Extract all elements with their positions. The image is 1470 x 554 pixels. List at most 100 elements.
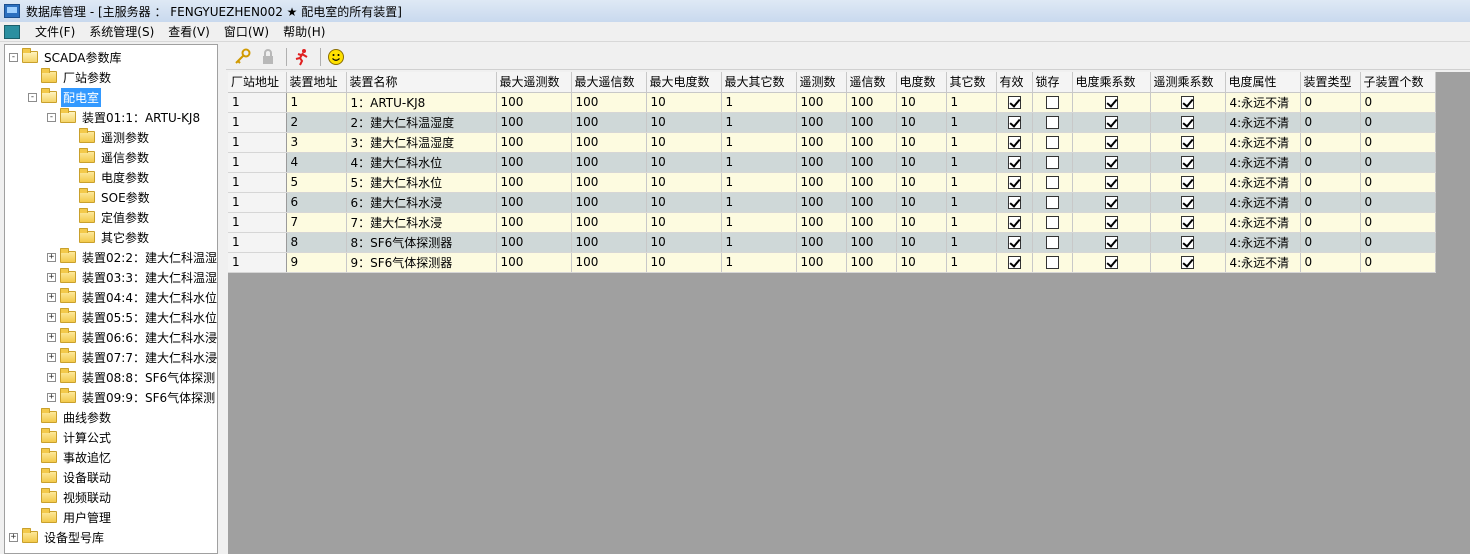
table-cell[interactable]: 100 [846, 212, 897, 233]
table-cell-checkbox[interactable] [1150, 152, 1226, 173]
column-header[interactable]: 最大遥测数 [496, 72, 572, 93]
table-cell[interactable]: 10 [896, 252, 947, 273]
running-man-icon[interactable] [291, 46, 313, 68]
table-cell[interactable]: 10 [646, 152, 722, 173]
checkbox-checked[interactable] [1104, 136, 1118, 149]
table-cell[interactable]: 1 [946, 192, 997, 213]
table-cell[interactable]: 100 [571, 232, 647, 253]
table-cell-checkbox[interactable] [1032, 252, 1073, 273]
table-cell[interactable]: 1 [721, 112, 797, 133]
table-cell-checkbox[interactable] [996, 92, 1033, 113]
menu-help[interactable]: 帮助(H) [276, 23, 332, 40]
table-cell[interactable]: 100 [496, 92, 572, 113]
table-cell[interactable]: 4:永远不清 [1225, 112, 1301, 133]
collapse-icon[interactable]: - [47, 112, 56, 122]
table-cell[interactable]: 0 [1300, 132, 1361, 153]
table-cell[interactable]: 0 [1360, 192, 1436, 213]
checkbox-unchecked[interactable] [1045, 116, 1059, 129]
table-cell[interactable]: 1 [286, 92, 347, 113]
table-cell[interactable]: 4：建大仁科水位 [346, 152, 497, 173]
table-cell[interactable]: 100 [571, 172, 647, 193]
table-cell[interactable]: 100 [496, 232, 572, 253]
expand-icon[interactable]: + [47, 332, 56, 342]
checkbox-checked[interactable] [1181, 176, 1194, 189]
table-cell[interactable]: 100 [846, 132, 897, 153]
table-cell[interactable]: 1 [721, 192, 797, 213]
table-cell[interactable]: 1 [946, 132, 997, 153]
table-cell[interactable]: 1 [228, 232, 287, 253]
table-cell-checkbox[interactable] [996, 212, 1033, 233]
table-cell[interactable]: 10 [646, 192, 722, 213]
checkbox-checked[interactable] [1007, 156, 1021, 169]
table-cell[interactable]: 10 [896, 112, 947, 133]
table-cell[interactable]: 100 [796, 172, 847, 193]
table-cell-checkbox[interactable] [1032, 132, 1073, 153]
table-cell-checkbox[interactable] [1032, 192, 1073, 213]
tree-item[interactable]: 计算公式 [28, 427, 113, 447]
collapse-icon[interactable]: - [9, 52, 18, 62]
table-cell[interactable]: 1 [228, 192, 287, 213]
table-cell[interactable]: 6 [286, 192, 347, 213]
table-cell[interactable]: 4:永远不清 [1225, 192, 1301, 213]
checkbox-unchecked[interactable] [1045, 136, 1059, 149]
checkbox-checked[interactable] [1181, 116, 1194, 129]
table-cell[interactable]: 100 [796, 92, 847, 113]
table-cell[interactable]: 1 [721, 132, 797, 153]
checkbox-checked[interactable] [1007, 116, 1021, 129]
table-cell[interactable]: 3 [286, 132, 347, 153]
table-cell[interactable]: 0 [1360, 152, 1436, 173]
table-cell[interactable]: 1 [946, 152, 997, 173]
expand-icon[interactable]: + [47, 272, 56, 282]
menu-view[interactable]: 查看(V) [161, 23, 217, 40]
column-header[interactable]: 电度属性 [1225, 72, 1301, 93]
tree-item[interactable]: + 装置05:5：建大仁科水位 [47, 307, 217, 327]
table-cell[interactable]: 100 [846, 152, 897, 173]
table-cell[interactable]: 1 [946, 92, 997, 113]
table-cell-checkbox[interactable] [1072, 152, 1151, 173]
table-cell[interactable]: 100 [496, 252, 572, 273]
collapse-icon[interactable]: - [28, 92, 37, 102]
table-cell[interactable]: 1 [946, 212, 997, 233]
mdi-child-icon[interactable] [4, 24, 20, 39]
lock-icon[interactable] [257, 46, 279, 68]
table-cell-checkbox[interactable] [1150, 172, 1226, 193]
checkbox-unchecked[interactable] [1045, 196, 1059, 209]
checkbox-checked[interactable] [1007, 176, 1021, 189]
table-cell[interactable]: 9：SF6气体探测器 [346, 252, 497, 273]
table-cell[interactable]: 10 [646, 112, 722, 133]
table-cell[interactable]: 100 [846, 232, 897, 253]
checkbox-checked[interactable] [1104, 176, 1118, 189]
tree-item[interactable]: - 配电室 [28, 87, 102, 107]
column-header[interactable]: 最大电度数 [646, 72, 722, 93]
table-cell-checkbox[interactable] [996, 172, 1033, 193]
expand-icon[interactable]: + [47, 292, 56, 302]
column-header[interactable]: 电度数 [896, 72, 947, 93]
checkbox-checked[interactable] [1104, 216, 1118, 229]
table-cell[interactable]: 10 [646, 132, 722, 153]
table-cell[interactable]: 0 [1300, 192, 1361, 213]
tree-item[interactable]: + 装置03:3：建大仁科温湿 [47, 267, 217, 287]
table-cell-checkbox[interactable] [1032, 152, 1073, 173]
checkbox-checked[interactable] [1181, 96, 1194, 109]
tree-item[interactable]: + 装置08:8：SF6气体探测 [47, 367, 217, 387]
table-row[interactable]: 1 3 3：建大仁科温湿度 100 100 10 1 100 100 10 1 4:永远不清 0 0 [228, 132, 1436, 153]
checkbox-checked[interactable] [1007, 196, 1021, 209]
table-cell[interactable]: 1：ARTU-KJ8 [346, 92, 497, 113]
column-header[interactable]: 子装置个数 [1360, 72, 1436, 93]
table-cell[interactable]: 10 [646, 232, 722, 253]
tree-item[interactable]: 厂站参数 [28, 67, 113, 87]
menu-system[interactable]: 系统管理(S) [82, 23, 161, 40]
column-header[interactable]: 装置类型 [1300, 72, 1361, 93]
table-cell[interactable]: 100 [796, 252, 847, 273]
expand-icon[interactable]: + [47, 312, 56, 322]
table-cell-checkbox[interactable] [1150, 192, 1226, 213]
tree-item[interactable]: + 装置07:7：建大仁科水浸 [47, 347, 217, 367]
tree-item[interactable]: + 装置06:6：建大仁科水浸 [47, 327, 217, 347]
panel-splitter[interactable] [218, 44, 224, 554]
table-cell[interactable]: 5 [286, 172, 347, 193]
table-row[interactable]: 1 9 9：SF6气体探测器 100 100 10 1 100 100 10 1 4:永远不清 0 0 [228, 252, 1436, 273]
column-header[interactable]: 最大遥信数 [571, 72, 647, 93]
table-cell[interactable]: 100 [496, 172, 572, 193]
expand-icon[interactable]: + [9, 532, 18, 542]
table-cell-checkbox[interactable] [996, 252, 1033, 273]
